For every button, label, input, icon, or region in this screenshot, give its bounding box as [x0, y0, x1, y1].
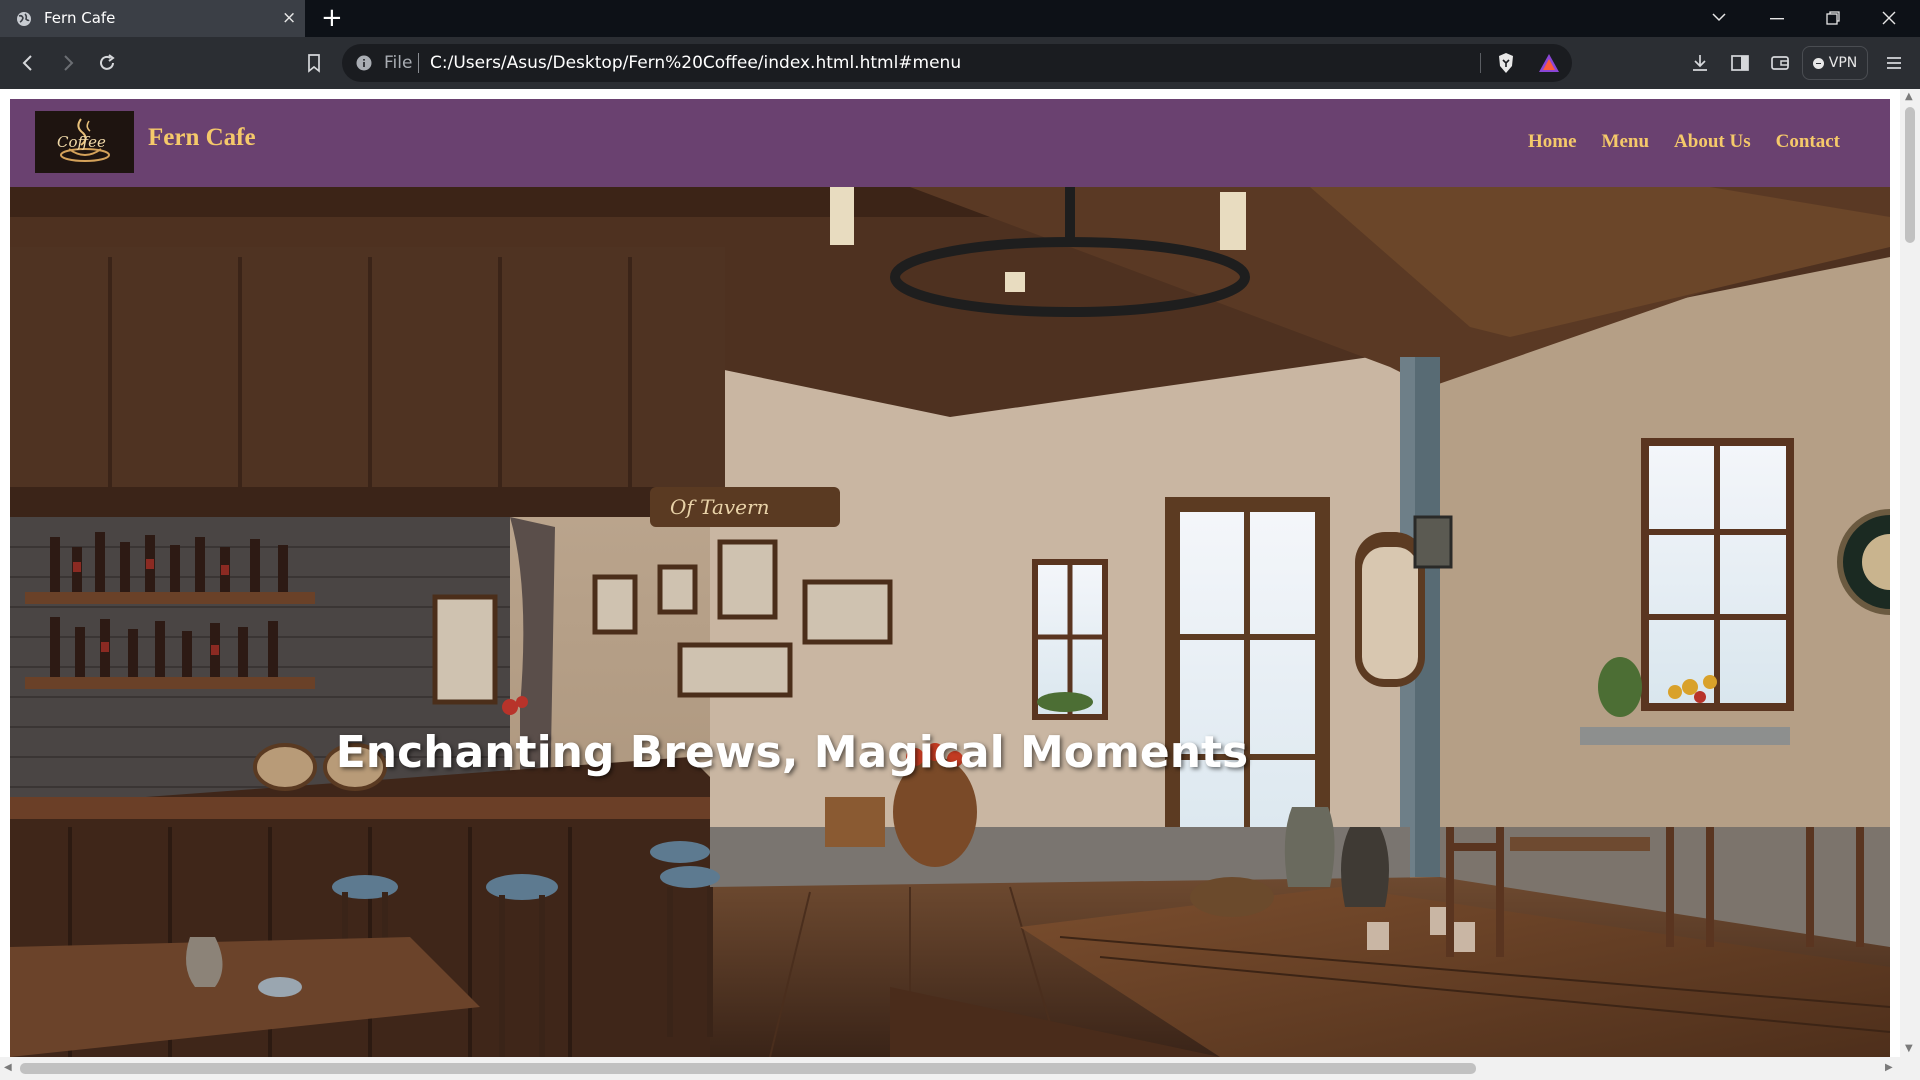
- brave-shields-icon[interactable]: [1496, 52, 1516, 74]
- vpn-status-icon: [1812, 57, 1824, 69]
- address-bar[interactable]: File C:/Users/Asus/Desktop/Fern%20Coffee…: [342, 44, 1572, 82]
- nav-link-menu[interactable]: Menu: [1602, 131, 1650, 153]
- horizontal-scrollbar[interactable]: ◀ ▶: [0, 1057, 1920, 1080]
- scroll-left-arrow-icon[interactable]: ◀: [4, 1062, 12, 1073]
- tab-search-chevron-icon[interactable]: [1712, 12, 1726, 22]
- forward-icon[interactable]: [58, 53, 78, 73]
- tavern-interior-image: Of Tavern: [10, 187, 1890, 1057]
- browser-tab-bar: Fern Cafe × +: [0, 0, 1920, 37]
- vpn-button[interactable]: VPN: [1802, 46, 1868, 80]
- globe-icon: [17, 12, 31, 26]
- site-info-icon[interactable]: [356, 55, 372, 71]
- back-icon[interactable]: [18, 53, 38, 73]
- nav-link-contact[interactable]: Contact: [1776, 131, 1840, 153]
- coffee-logo-icon: Coffee: [35, 111, 134, 173]
- scroll-down-arrow-icon[interactable]: ▼: [1905, 1043, 1913, 1054]
- cafe-logo[interactable]: Coffee: [35, 111, 134, 173]
- logo-text: Coffee: [57, 133, 106, 151]
- browser-toolbar: File C:/Users/Asus/Desktop/Fern%20Coffee…: [0, 37, 1920, 89]
- vertical-scrollbar[interactable]: ▲ ▼: [1900, 89, 1920, 1057]
- nav-link-home[interactable]: Home: [1528, 131, 1577, 153]
- minimize-icon[interactable]: [1770, 18, 1784, 20]
- wallet-icon[interactable]: [1770, 53, 1790, 73]
- brave-rewards-icon[interactable]: [1538, 53, 1560, 73]
- vpn-label: VPN: [1828, 55, 1858, 71]
- sidebar-icon[interactable]: [1730, 53, 1750, 73]
- main-nav: Home Menu About Us Contact: [1528, 131, 1840, 153]
- horizontal-scroll-thumb[interactable]: [20, 1063, 1476, 1074]
- address-scheme-label: File: [384, 53, 413, 73]
- site-navbar: Coffee Fern Cafe Home Menu About Us Cont…: [10, 99, 1890, 187]
- address-divider: [418, 53, 419, 73]
- bookmark-icon[interactable]: [304, 53, 324, 73]
- browser-tab-active[interactable]: Fern Cafe ×: [0, 0, 305, 37]
- brand-name[interactable]: Fern Cafe: [148, 124, 256, 152]
- restore-icon[interactable]: [1826, 11, 1840, 25]
- page-viewport: Coffee Fern Cafe Home Menu About Us Cont…: [0, 89, 1920, 1080]
- new-tab-button[interactable]: +: [321, 4, 343, 32]
- hero-tagline: Enchanting Brews, Magical Moments: [335, 727, 1249, 778]
- scroll-right-arrow-icon[interactable]: ▶: [1885, 1062, 1893, 1073]
- tab-close-icon[interactable]: ×: [282, 8, 296, 28]
- reload-icon[interactable]: [97, 53, 117, 73]
- download-icon[interactable]: [1690, 53, 1710, 73]
- tavern-sign-text: Of Tavern: [670, 495, 769, 519]
- vertical-scroll-thumb[interactable]: [1905, 107, 1915, 243]
- address-url[interactable]: C:/Users/Asus/Desktop/Fern%20Coffee/inde…: [430, 53, 961, 73]
- hero-section: Of Tavern Enchanting Brews, Magical Mome…: [10, 187, 1890, 1057]
- menu-icon[interactable]: [1884, 53, 1904, 73]
- scroll-up-arrow-icon[interactable]: ▲: [1905, 91, 1913, 102]
- nav-link-about-us[interactable]: About Us: [1674, 131, 1751, 153]
- tab-title: Fern Cafe: [44, 9, 116, 27]
- address-divider-right: [1480, 53, 1481, 73]
- window-close-icon[interactable]: [1882, 11, 1896, 25]
